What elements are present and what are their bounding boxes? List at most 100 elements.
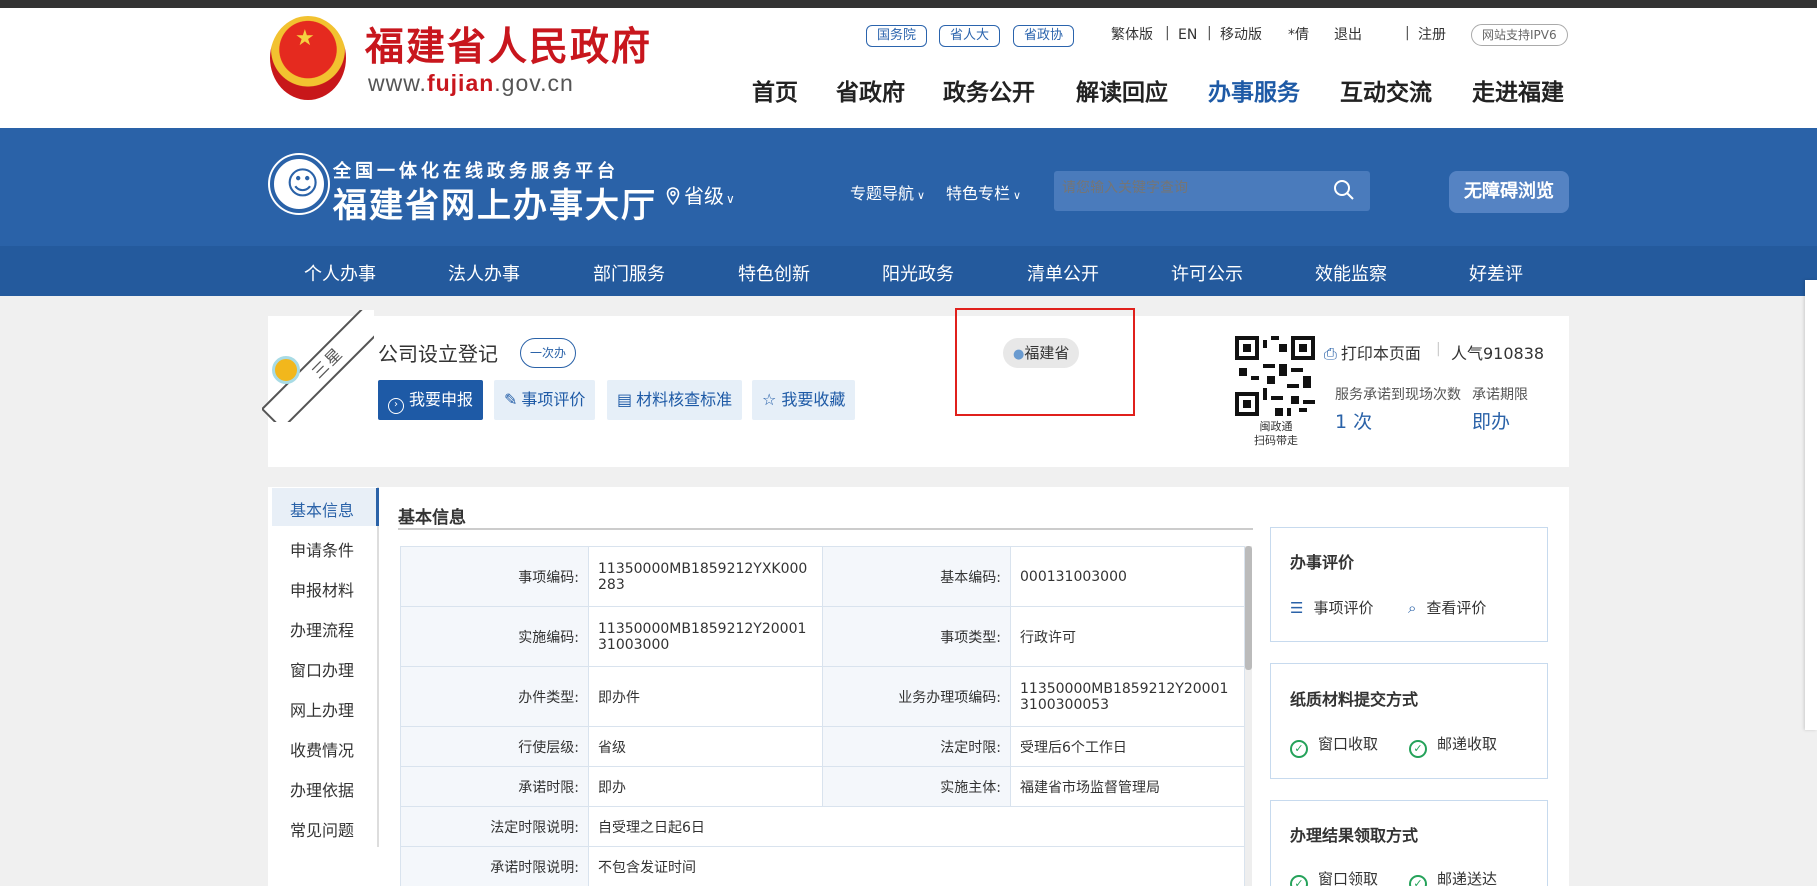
table-row: 行使层级: 省级 法定时限: 受理后6个工作日 — [400, 726, 1245, 767]
evaluate-item-label: 事项评价 — [521, 390, 586, 409]
table-row: 承诺时限说明: 不包含发证时间 — [400, 846, 1245, 886]
subnav-department[interactable]: 部门服务 — [593, 260, 665, 286]
subnav-supervision[interactable]: 效能监察 — [1315, 260, 1387, 286]
star-icon: ☆ — [762, 390, 777, 409]
result-panel-title: 办理结果领取方式 — [1290, 826, 1419, 845]
table-value: 11350000MB1859212YXK000283 — [588, 546, 823, 607]
table-scrollbar-thumb[interactable] — [1245, 546, 1252, 670]
table-row: 事项编码: 11350000MB1859212YXK000283 基本编码: 0… — [400, 546, 1245, 607]
once-badge: 一次办 — [520, 338, 576, 368]
location-pin-icon: ● — [1013, 347, 1025, 362]
table-value: 自受理之日起6日 — [588, 806, 1245, 847]
arrow-circle-icon: › — [388, 398, 404, 414]
special-column-dropdown[interactable]: 特色专栏 ∨ — [946, 180, 1021, 204]
sidebar-item-online[interactable]: 网上办理 — [290, 697, 354, 721]
search-input[interactable] — [1062, 180, 1322, 196]
sidebar-item-fees[interactable]: 收费情况 — [290, 737, 354, 761]
view-evaluation-label: 查看评价 — [1426, 599, 1487, 617]
table-value: 11350000MB1859212Y2000131003000 — [588, 606, 823, 667]
table-value: 不包含发证时间 — [588, 846, 1245, 886]
sidebar-item-process[interactable]: 办理流程 — [290, 617, 354, 641]
medal-icon — [272, 356, 300, 384]
site-title[interactable]: 福建省人民政府 — [365, 16, 652, 72]
table-key: 事项类型: — [822, 606, 1011, 667]
table-value: 11350000MB1859212Y200013100300053 — [1010, 666, 1245, 727]
sidebar-item-faq[interactable]: 常见问题 — [290, 817, 354, 841]
link-logout[interactable]: 退出 — [1334, 25, 1362, 45]
deadline-value: 即办 — [1472, 411, 1511, 433]
table-key: 办件类型: — [400, 666, 589, 727]
link-cppcc[interactable]: 省政协 — [1013, 25, 1075, 47]
subnav-innovation[interactable]: 特色创新 — [738, 260, 810, 286]
special-column-label: 特色专栏 — [946, 184, 1011, 203]
check-circle-icon: ✓ — [1409, 740, 1427, 758]
evaluate-link[interactable]: ☰ 事项评价 — [1290, 597, 1373, 618]
table-value: 行政许可 — [1010, 606, 1245, 667]
sidebar-item-conditions[interactable]: 申请条件 — [290, 537, 354, 561]
chevron-down-icon: ∨ — [917, 189, 926, 202]
nav-about-fujian[interactable]: 走进福建 — [1472, 73, 1564, 107]
link-provincial-congress[interactable]: 省人大 — [939, 25, 1001, 47]
qr-code-icon — [1235, 336, 1315, 416]
location-pill[interactable]: ●福建省 — [1003, 338, 1080, 368]
result-method-window: ✓ 窗口领取 — [1290, 868, 1378, 886]
nav-provincial-gov[interactable]: 省政府 — [836, 73, 905, 107]
print-label: 打印本页面 — [1340, 344, 1421, 363]
nav-interpretation[interactable]: 解读回应 — [1076, 73, 1168, 107]
table-value: 福建省市场监督管理局 — [1010, 766, 1245, 807]
nav-gov-affairs[interactable]: 政务公开 — [943, 73, 1035, 107]
topic-nav-dropdown[interactable]: 专题导航 ∨ — [850, 180, 925, 204]
document-icon: ▤ — [617, 390, 633, 409]
national-emblem-icon — [270, 16, 346, 100]
table-row: 实施编码: 11350000MB1859212Y2000131003000 事项… — [400, 606, 1245, 667]
separator: | — [1207, 25, 1212, 41]
subnav-legal-entity[interactable]: 法人办事 — [448, 260, 520, 286]
subnav-permits[interactable]: 许可公示 — [1171, 260, 1243, 286]
table-row: 办件类型: 即办件 业务办理项编码: 11350000MB1859212Y200… — [400, 666, 1245, 727]
accessibility-button[interactable]: 无障碍浏览 — [1449, 171, 1569, 213]
sidebar-item-basic-info[interactable]: 基本信息 — [290, 497, 354, 521]
sidebar-item-basis[interactable]: 办理依据 — [290, 777, 354, 801]
subnav-rating[interactable]: 好差评 — [1469, 260, 1523, 286]
table-key: 业务办理项编码: — [822, 666, 1011, 727]
user-name[interactable]: *倩 — [1288, 25, 1309, 45]
printer-icon: ⎙ — [1324, 344, 1337, 363]
location-label: 福建省 — [1024, 344, 1070, 362]
link-english[interactable]: EN — [1178, 25, 1197, 45]
material-standard-button[interactable]: ▤ 材料核查标准 — [607, 380, 743, 420]
nav-services[interactable]: 办事服务 — [1208, 73, 1300, 107]
link-mobile[interactable]: 移动版 — [1220, 25, 1262, 45]
check-circle-icon: ✓ — [1290, 740, 1308, 758]
subnav-personal[interactable]: 个人办事 — [304, 260, 376, 286]
link-state-council[interactable]: 国务院 — [866, 25, 928, 47]
link-register[interactable]: 注册 — [1418, 25, 1446, 45]
item-title: 公司设立登记 — [378, 342, 498, 366]
paper-method-mail-label: 邮递收取 — [1437, 735, 1498, 753]
nav-home[interactable]: 首页 — [752, 73, 798, 107]
sidebar-item-materials[interactable]: 申报材料 — [290, 577, 354, 601]
subnav-list-public[interactable]: 清单公开 — [1027, 260, 1099, 286]
table-key: 基本编码: — [822, 546, 1011, 607]
sidebar-item-window[interactable]: 窗口办理 — [290, 657, 354, 681]
evaluation-panel-title: 办事评价 — [1290, 553, 1355, 572]
visits-label: 服务承诺到现场次数 — [1335, 387, 1461, 403]
platform-title[interactable]: 福建省网上办事大厅 — [333, 178, 657, 227]
apply-button[interactable]: › 我要申报 — [378, 380, 484, 420]
floating-side-toolbar[interactable] — [1805, 280, 1817, 730]
subnav-sunshine[interactable]: 阳光政务 — [882, 260, 954, 286]
edit-doc-icon: ✎ — [504, 390, 518, 409]
table-row: 承诺时限: 即办 实施主体: 福建省市场监督管理局 — [400, 766, 1245, 807]
nav-interaction[interactable]: 互动交流 — [1340, 73, 1432, 107]
popularity-count: 人气910838 — [1451, 344, 1545, 363]
evaluate-item-button[interactable]: ✎ 事项评价 — [494, 380, 596, 420]
region-selector[interactable]: 省级 ∨ — [666, 180, 735, 209]
evaluate-link-label: 事项评价 — [1313, 599, 1374, 617]
view-evaluation-link[interactable]: ⌕ 查看评价 — [1408, 597, 1486, 618]
search-icon[interactable] — [1332, 178, 1356, 202]
favorite-button[interactable]: ☆ 我要收藏 — [752, 380, 856, 420]
table-value: 受理后6个工作日 — [1010, 726, 1245, 767]
print-button[interactable]: ⎙ 打印本页面 — [1324, 340, 1421, 364]
table-key: 承诺时限说明: — [400, 846, 589, 886]
link-traditional[interactable]: 繁体版 — [1111, 25, 1153, 45]
table-key: 实施编码: — [400, 606, 589, 667]
